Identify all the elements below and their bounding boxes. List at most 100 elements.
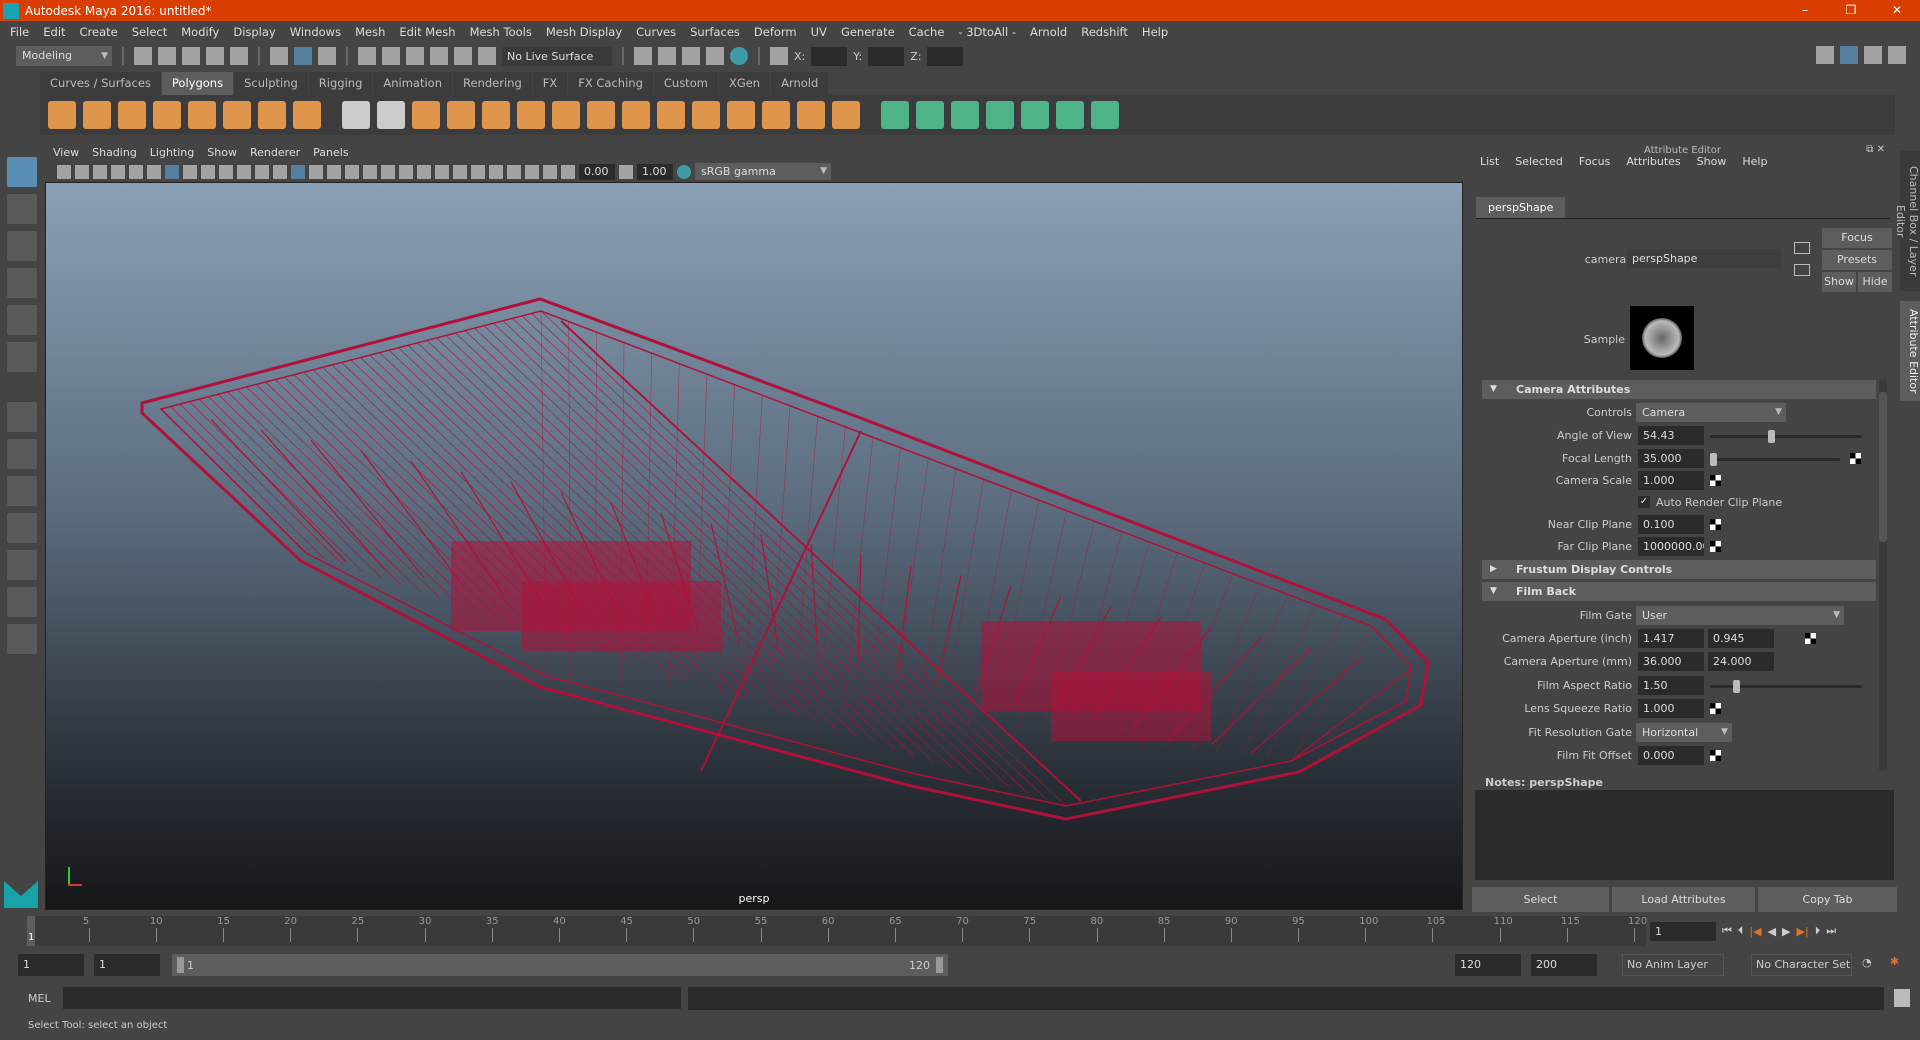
- undo-icon[interactable]: [206, 47, 224, 65]
- screen-space-ao-icon[interactable]: [417, 164, 431, 179]
- panel-menu-shading[interactable]: Shading: [92, 146, 137, 159]
- attribute-scrollbar[interactable]: [1879, 380, 1887, 770]
- mirror-icon[interactable]: [412, 101, 440, 129]
- uv-editor-icon[interactable]: [1021, 101, 1049, 129]
- gamma-field[interactable]: 1.00: [637, 163, 673, 180]
- aperture-inch-x-field[interactable]: 1.417: [1638, 629, 1704, 648]
- anim-layer-dropdown[interactable]: No Anim Layer: [1622, 954, 1724, 976]
- focus-button[interactable]: Focus: [1822, 228, 1892, 248]
- y-field[interactable]: [868, 46, 905, 66]
- step-back-key-icon[interactable]: ⏴: [1738, 924, 1744, 938]
- uv-spherical-icon[interactable]: [951, 101, 979, 129]
- smooth-icon[interactable]: [447, 101, 475, 129]
- copy-tab-button[interactable]: Copy Tab: [1758, 887, 1897, 912]
- step-forward-key-icon[interactable]: ⏵: [1815, 924, 1821, 938]
- script-editor-icon[interactable]: [1894, 989, 1910, 1007]
- depth-of-field-icon[interactable]: [471, 164, 485, 179]
- menu-surfaces[interactable]: Surfaces: [690, 25, 740, 39]
- ae-menu-focus[interactable]: Focus: [1579, 155, 1610, 168]
- range-end-handle[interactable]: [936, 957, 943, 973]
- motion-blur-icon[interactable]: [435, 164, 449, 179]
- grease-pencil-icon[interactable]: [147, 164, 161, 179]
- live-surface-field[interactable]: No Live Surface: [502, 46, 612, 66]
- render-settings-icon[interactable]: [634, 47, 652, 65]
- shadows-icon[interactable]: [399, 164, 413, 179]
- render-setup-icon[interactable]: [706, 47, 724, 65]
- perspective-viewport[interactable]: persp: [45, 182, 1463, 910]
- ae-menu-selected[interactable]: Selected: [1515, 155, 1563, 168]
- panel-menu-lighting[interactable]: Lighting: [150, 146, 194, 159]
- field-chart-icon[interactable]: [237, 164, 251, 179]
- map-button-icon[interactable]: [1710, 541, 1721, 552]
- z-field[interactable]: [927, 46, 964, 66]
- offset-edge-loop-icon[interactable]: [797, 101, 825, 129]
- character-set-dropdown[interactable]: No Character Set: [1751, 954, 1852, 976]
- xray-joints-icon[interactable]: [543, 164, 557, 179]
- 2d-pan-zoom-icon[interactable]: [129, 164, 143, 179]
- presets-button[interactable]: Presets: [1822, 250, 1892, 270]
- ae-menu-help[interactable]: Help: [1742, 155, 1767, 168]
- panel-menu-view[interactable]: View: [53, 146, 79, 159]
- xray-active-icon[interactable]: [525, 164, 539, 179]
- camera-name-field[interactable]: perspShape: [1627, 249, 1781, 268]
- float-close-icons[interactable]: ⧉ ✕: [1866, 144, 1885, 155]
- current-frame-field[interactable]: 1: [1650, 921, 1716, 941]
- poly-sphere-icon[interactable]: [48, 101, 76, 129]
- channel-box-toggle-icon[interactable]: [1888, 46, 1906, 64]
- multi-cut-icon[interactable]: [657, 101, 685, 129]
- minimize-button[interactable]: –: [1782, 0, 1828, 21]
- tab-polygons[interactable]: Polygons: [161, 72, 234, 95]
- render-frame-icon[interactable]: [658, 47, 676, 65]
- snap-point-icon[interactable]: [406, 47, 424, 65]
- extrude-icon[interactable]: [552, 101, 580, 129]
- animation-preferences-icon[interactable]: ✱: [1890, 955, 1899, 968]
- save-scene-icon[interactable]: [182, 47, 200, 65]
- slider-handle[interactable]: [1709, 453, 1717, 466]
- snap-grid-icon[interactable]: [358, 47, 376, 65]
- tab-attribute-editor[interactable]: Attribute Editor: [1900, 301, 1920, 401]
- transform-mode-icon[interactable]: [770, 47, 788, 65]
- mesh-split-icon[interactable]: [832, 101, 860, 129]
- menu-mesh[interactable]: Mesh: [355, 25, 385, 39]
- exposure-icon[interactable]: [561, 164, 575, 179]
- camera-attributes-icon[interactable]: [75, 164, 89, 179]
- rotate-tool-icon[interactable]: [7, 305, 37, 335]
- section-frustum-display-controls[interactable]: ▶ Frustum Display Controls: [1482, 560, 1876, 579]
- step-forward-frame-icon[interactable]: ▶|: [1797, 925, 1809, 938]
- new-scene-icon[interactable]: [134, 47, 152, 65]
- map-button-icon[interactable]: [1710, 750, 1721, 761]
- custom-layout-icon[interactable]: [7, 624, 37, 654]
- gamma-icon[interactable]: [619, 164, 633, 179]
- section-film-back[interactable]: ▼ Film Back: [1482, 582, 1876, 601]
- panel-menu-renderer[interactable]: Renderer: [250, 146, 300, 159]
- output-connection-icon[interactable]: [1794, 264, 1810, 276]
- poly-pyramid-icon[interactable]: [258, 101, 286, 129]
- menu-help[interactable]: Help: [1142, 25, 1168, 39]
- tab-curves-surfaces[interactable]: Curves / Surfaces: [40, 72, 161, 95]
- xray-icon[interactable]: [507, 164, 521, 179]
- range-start-handle[interactable]: [177, 957, 184, 973]
- command-input[interactable]: [63, 987, 681, 1009]
- range-slider[interactable]: 1 120: [172, 954, 948, 976]
- step-back-frame-icon[interactable]: |◀: [1749, 925, 1761, 938]
- combine-icon[interactable]: [342, 101, 370, 129]
- snap-view-icon[interactable]: [430, 47, 448, 65]
- lights-icon[interactable]: [381, 164, 395, 179]
- redo-icon[interactable]: [230, 47, 248, 65]
- select-object-icon[interactable]: [294, 47, 312, 65]
- menu-mesh-tools[interactable]: Mesh Tools: [470, 25, 532, 39]
- map-button-icon[interactable]: [1710, 519, 1721, 530]
- show-button[interactable]: Show: [1822, 272, 1856, 292]
- playback-start-field[interactable]: 1: [94, 954, 160, 976]
- go-to-start-icon[interactable]: ⏮: [1722, 924, 1732, 938]
- poly-cube-icon[interactable]: [83, 101, 111, 129]
- map-button-icon[interactable]: [1710, 475, 1721, 486]
- bridge-icon[interactable]: [517, 101, 545, 129]
- attribute-editor-toggle-icon[interactable]: [1840, 46, 1858, 64]
- color-management-toggle-icon[interactable]: [677, 164, 691, 179]
- start-time-field[interactable]: 1: [18, 954, 84, 976]
- safe-action-icon[interactable]: [255, 164, 269, 179]
- grid-icon[interactable]: [165, 164, 179, 179]
- menu-uv[interactable]: UV: [811, 25, 827, 39]
- angle-of-view-field[interactable]: 54.43: [1638, 426, 1704, 445]
